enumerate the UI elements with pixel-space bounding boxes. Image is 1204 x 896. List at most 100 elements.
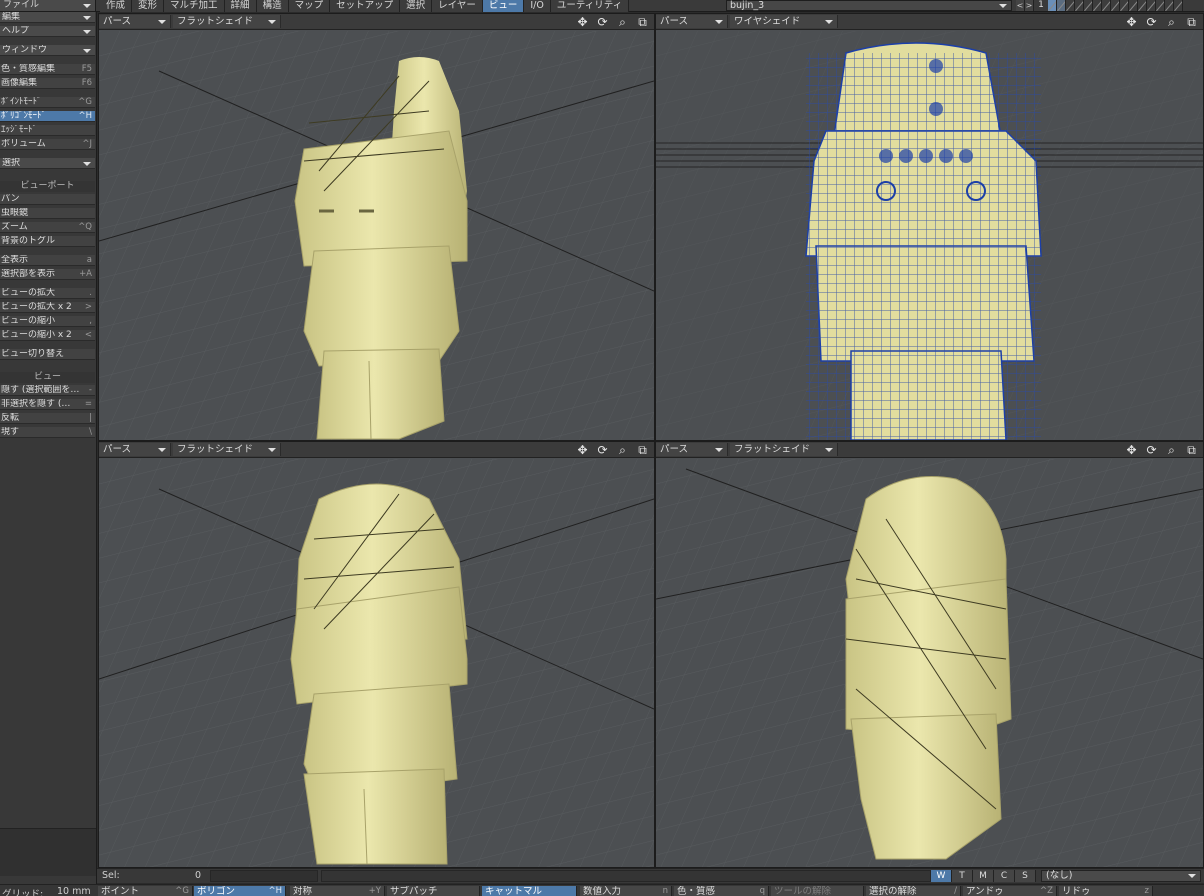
move-view-icon[interactable]: ✥ — [1124, 443, 1139, 457]
scene-select[interactable]: bujin_3 — [726, 0, 1012, 11]
hide-unselected-button[interactable]: 非選択を隠す (… = — [0, 399, 95, 410]
layer-slot[interactable] — [1093, 0, 1102, 11]
maximize-view-icon[interactable]: ⧉ — [1184, 15, 1199, 29]
select-menu[interactable]: 選択 — [0, 158, 95, 169]
tab-construct[interactable]: 構造 — [256, 0, 289, 12]
layer-slot[interactable] — [1129, 0, 1138, 11]
viewport-canvas[interactable] — [656, 31, 1203, 440]
shading-select[interactable]: フラットシェイド — [730, 443, 838, 456]
tab-io[interactable]: I/O — [524, 0, 551, 12]
layer-slot[interactable] — [1120, 0, 1129, 11]
viewport-bottom-right[interactable]: パース フラットシェイド ✥ ⟳ ⌕ ⧉ — [655, 441, 1204, 868]
maximize-view-icon[interactable]: ⧉ — [635, 443, 650, 457]
tab-create[interactable]: 作成 — [100, 0, 133, 12]
maximize-view-icon[interactable]: ⧉ — [1184, 443, 1199, 457]
fit-selected-button[interactable]: 選択部を表示 +A — [0, 269, 95, 280]
magnifier-button[interactable]: 虫眼鏡 — [0, 208, 95, 219]
tab-modify[interactable]: 変形 — [132, 0, 165, 12]
fit-all-button[interactable]: 全表示 a — [0, 255, 95, 266]
image-edit-button[interactable]: 画像編集 F6 — [0, 78, 95, 89]
rotate-view-icon[interactable]: ⟳ — [595, 443, 610, 457]
viewport-canvas[interactable] — [656, 459, 1203, 867]
view-switch-button[interactable]: ビュー切り替え — [0, 349, 95, 360]
color-map-button[interactable]: C — [994, 870, 1015, 882]
zoom-view-icon[interactable]: ⌕ — [1164, 443, 1179, 457]
layer-slot[interactable] — [1102, 0, 1111, 11]
shading-select[interactable]: フラットシェイド — [173, 443, 281, 456]
layer-slot[interactable] — [1066, 0, 1075, 11]
viewport-top-right[interactable]: パース ワイヤシェイド ✥ ⟳ ⌕ ⧉ — [655, 13, 1204, 441]
layer-next-button[interactable]: > — [1025, 0, 1034, 11]
tab-setup[interactable]: セットアップ — [330, 0, 401, 12]
polygon-mode-button[interactable]: ﾎﾟﾘｺﾞﾝﾓｰﾄﾞ ^H — [0, 111, 95, 122]
layer-slot[interactable] — [1111, 0, 1120, 11]
zoom-view-icon[interactable]: ⌕ — [1164, 15, 1179, 29]
maximize-view-icon[interactable]: ⧉ — [635, 15, 650, 29]
vmap-select[interactable]: (なし) — [1041, 870, 1201, 882]
rotate-view-icon[interactable]: ⟳ — [595, 15, 610, 29]
symmetry-button[interactable]: 対称 +Y — [290, 886, 385, 896]
tab-map[interactable]: マップ — [288, 0, 331, 12]
bg-toggle-button[interactable]: 背景のトグル — [0, 236, 95, 247]
redo-button[interactable]: リドゥ z — [1059, 886, 1153, 896]
tab-multiply[interactable]: マルチ加工 — [164, 0, 225, 12]
layer-slot[interactable] — [1147, 0, 1156, 11]
zoom-button[interactable]: ズーム ^Q — [0, 222, 95, 233]
viewport-canvas[interactable] — [99, 459, 654, 867]
layer-slot[interactable] — [1165, 0, 1174, 11]
tab-utility[interactable]: ユーティリティ — [550, 0, 630, 12]
zoom-view-icon[interactable]: ⌕ — [615, 15, 630, 29]
zoom-out-button[interactable]: ビューの縮小, — [0, 316, 95, 327]
zoom-view-icon[interactable]: ⌕ — [615, 443, 630, 457]
rotate-view-icon[interactable]: ⟳ — [1144, 443, 1159, 457]
pan-button[interactable]: パン — [0, 194, 95, 205]
rotate-view-icon[interactable]: ⟳ — [1144, 15, 1159, 29]
layer-slot[interactable] — [1057, 0, 1066, 11]
move-view-icon[interactable]: ✥ — [575, 443, 590, 457]
layer-slot[interactable] — [1138, 0, 1147, 11]
shading-select[interactable]: フラットシェイド — [173, 15, 281, 28]
viewport-bottom-left[interactable]: パース フラットシェイド ✥ ⟳ ⌕ ⧉ — [98, 441, 655, 868]
volume-button[interactable]: ボリューム ^J — [0, 139, 95, 150]
file-menu[interactable]: ファイル — [0, 0, 96, 11]
polygons-mode-button[interactable]: ポリゴン ^H — [194, 886, 286, 896]
zoom-in-x2-button[interactable]: ビューの拡大 x 2 > — [0, 302, 95, 313]
layer-prev-button[interactable]: < — [1016, 0, 1025, 11]
tab-select[interactable]: 選択 — [400, 0, 433, 12]
point-mode-button[interactable]: ﾎﾟｲﾝﾄﾓｰﾄﾞ ^G — [0, 97, 95, 108]
shading-select[interactable]: ワイヤシェイド — [730, 15, 838, 28]
view-type-select[interactable]: パース — [99, 15, 171, 28]
tab-layer[interactable]: レイヤー — [432, 0, 483, 12]
view-type-select[interactable]: パース — [99, 443, 171, 456]
layer-slot[interactable] — [1084, 0, 1093, 11]
weight-map-button[interactable]: W — [931, 870, 952, 882]
numeric-input-button[interactable]: 数値入力 n — [580, 886, 672, 896]
layer-slot[interactable] — [1156, 0, 1165, 11]
tab-detail[interactable]: 詳細 — [224, 0, 257, 12]
window-menu[interactable]: ウィンドウ — [0, 45, 95, 56]
unhide-button[interactable]: 現す \ — [0, 427, 95, 438]
surface-button[interactable]: 色・質感 q — [674, 886, 769, 896]
view-type-select[interactable]: パース — [656, 15, 728, 28]
edit-menu[interactable]: 編集 — [0, 12, 95, 23]
drop-tool-button[interactable]: ツールの解除 — [771, 886, 864, 896]
view-type-select[interactable]: パース — [656, 443, 728, 456]
catmull-button[interactable]: キャットマル — [482, 886, 577, 896]
deselect-button[interactable]: 選択の解除 / — [866, 886, 961, 896]
selection-set-button[interactable]: S — [1015, 870, 1036, 882]
texture-map-button[interactable]: T — [952, 870, 973, 882]
invert-hidden-button[interactable]: 反転 | — [0, 413, 95, 424]
points-mode-button[interactable]: ポイント ^G — [98, 886, 193, 896]
subpatch-button[interactable]: サブパッチ — [387, 886, 480, 896]
move-view-icon[interactable]: ✥ — [575, 15, 590, 29]
viewport-canvas[interactable] — [99, 31, 654, 440]
help-menu[interactable]: ヘルプ — [0, 26, 95, 37]
move-view-icon[interactable]: ✥ — [1124, 15, 1139, 29]
layer-slot[interactable] — [1048, 0, 1057, 11]
zoom-out-x2-button[interactable]: ビューの縮小 x 2 < — [0, 330, 95, 341]
undo-button[interactable]: アンドゥ ^Z — [963, 886, 1057, 896]
layer-slot[interactable] — [1075, 0, 1084, 11]
viewport-top-left[interactable]: パース フラットシェイド ✥ ⟳ ⌕ ⧉ — [98, 13, 655, 441]
layer-slot[interactable] — [1174, 0, 1183, 11]
morph-map-button[interactable]: M — [973, 870, 994, 882]
